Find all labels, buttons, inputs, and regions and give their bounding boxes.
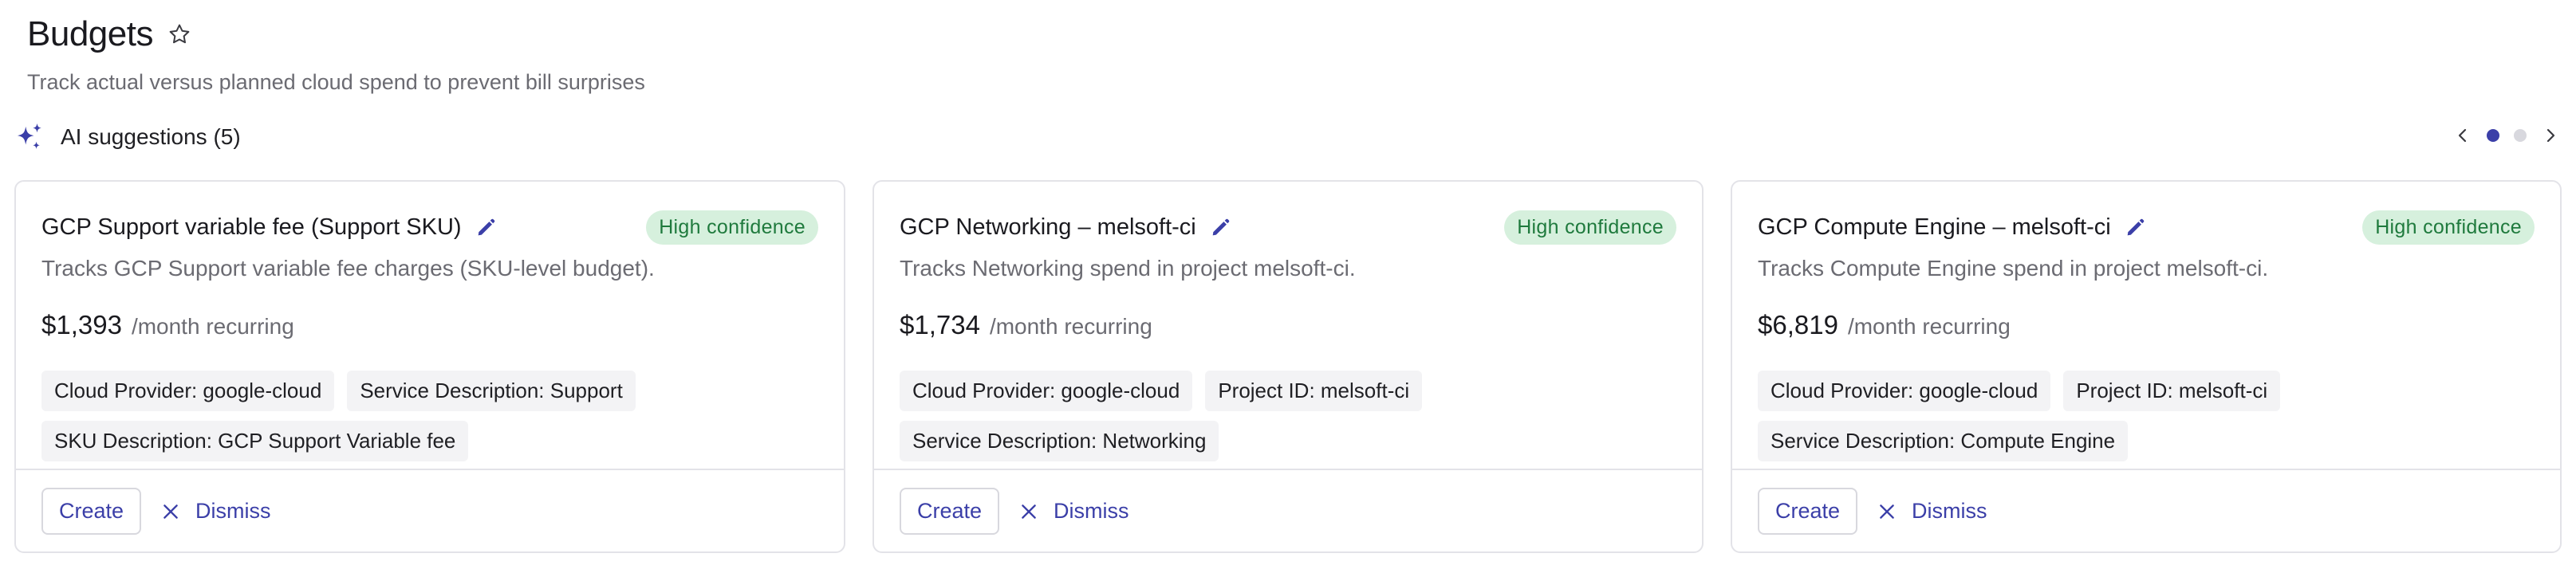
dismiss-button[interactable]: Dismiss <box>1877 499 1987 524</box>
sparkle-icon <box>14 121 45 153</box>
dismiss-label: Dismiss <box>1912 499 1987 523</box>
close-icon <box>1877 501 1897 522</box>
create-button[interactable]: Create <box>900 488 1000 535</box>
page-title: Budgets <box>27 14 153 53</box>
card-title: GCP Support variable fee (Support SKU) <box>41 214 462 240</box>
star-icon[interactable] <box>167 22 191 46</box>
page-subtitle: Track actual versus planned cloud spend … <box>27 70 645 94</box>
divider <box>1732 469 2560 470</box>
pencil-icon[interactable] <box>475 217 497 239</box>
confidence-badge: High confidence <box>646 210 818 245</box>
create-button[interactable]: Create <box>1758 488 1858 535</box>
filter-tag: SKU Description: GCP Support Variable fe… <box>41 421 469 461</box>
ai-suggestions-label: AI suggestions (5) <box>61 124 241 149</box>
filter-tag: Cloud Provider: google-cloud <box>900 371 1193 411</box>
confidence-badge: High confidence <box>2362 210 2535 245</box>
dismiss-button[interactable]: Dismiss <box>160 499 271 524</box>
confidence-badge: High confidence <box>1504 210 1676 245</box>
filter-tag: Service Description: Support <box>347 371 636 411</box>
budget-period: /month recurring <box>989 314 1152 339</box>
filter-tag: Cloud Provider: google-cloud <box>41 371 335 411</box>
budget-amount: $1,734 <box>900 310 980 339</box>
budgets-page: Budgets Track actual versus planned clou… <box>0 0 2576 569</box>
card-description: Tracks GCP Support variable fee charges … <box>41 256 655 281</box>
chevron-right-icon[interactable] <box>2541 124 2560 147</box>
suggestion-card: GCP Networking – melsoft-ci High confide… <box>872 180 1704 553</box>
chevron-left-icon[interactable] <box>2453 124 2472 147</box>
card-title: GCP Networking – melsoft-ci <box>900 214 1196 240</box>
divider <box>874 469 1702 470</box>
carousel-pager <box>2453 124 2560 147</box>
dismiss-label: Dismiss <box>1054 499 1129 523</box>
card-actions: Create Dismiss <box>1758 488 1987 535</box>
close-icon <box>1018 501 1039 522</box>
budget-amount: $1,393 <box>41 310 122 339</box>
page-header: Budgets Track actual versus planned clou… <box>27 14 645 95</box>
filter-tags: Cloud Provider: google-cloud Project ID:… <box>900 371 1617 461</box>
close-icon <box>160 501 181 522</box>
create-button[interactable]: Create <box>41 488 142 535</box>
filter-tag: Project ID: melsoft-ci <box>2063 371 2281 411</box>
filter-tag: Service Description: Compute Engine <box>1758 421 2129 461</box>
suggestion-card: GCP Compute Engine – melsoft-ci High con… <box>1731 180 2562 553</box>
filter-tag: Service Description: Networking <box>900 421 1219 461</box>
dismiss-label: Dismiss <box>195 499 271 523</box>
pencil-icon[interactable] <box>2124 217 2146 239</box>
filter-tags: Cloud Provider: google-cloud Service Des… <box>41 371 759 461</box>
pager-dot-2[interactable] <box>2514 129 2527 142</box>
dismiss-button[interactable]: Dismiss <box>1018 499 1129 524</box>
filter-tag: Project ID: melsoft-ci <box>1205 371 1423 411</box>
card-actions: Create Dismiss <box>900 488 1129 535</box>
card-actions: Create Dismiss <box>41 488 271 535</box>
card-description: Tracks Compute Engine spend in project m… <box>1758 256 2269 281</box>
suggestion-cards: GCP Support variable fee (Support SKU) H… <box>14 180 2562 553</box>
budget-period: /month recurring <box>1847 314 2011 339</box>
filter-tags: Cloud Provider: google-cloud Project ID:… <box>1758 371 2476 461</box>
card-description: Tracks Networking spend in project melso… <box>900 256 1356 281</box>
pencil-icon[interactable] <box>1209 217 1231 239</box>
pager-dot-1[interactable] <box>2487 129 2499 142</box>
suggestion-card: GCP Support variable fee (Support SKU) H… <box>14 180 845 553</box>
divider <box>16 469 844 470</box>
card-title: GCP Compute Engine – melsoft-ci <box>1758 214 2111 240</box>
ai-suggestions-header: AI suggestions (5) <box>14 121 241 153</box>
budget-amount: $6,819 <box>1758 310 1838 339</box>
budget-period: /month recurring <box>131 314 294 339</box>
filter-tag: Cloud Provider: google-cloud <box>1758 371 2051 411</box>
